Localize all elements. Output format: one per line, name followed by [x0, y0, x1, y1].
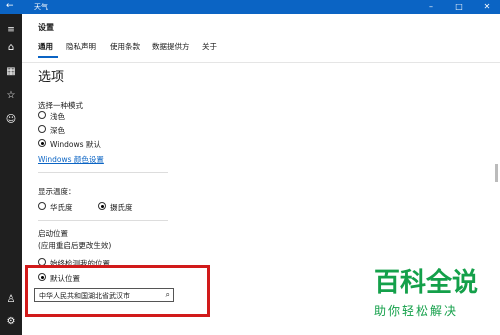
scrollbar-thumb[interactable]	[495, 164, 498, 182]
page-title: 设置	[38, 23, 54, 32]
back-arrow-icon[interactable]: ←	[6, 1, 14, 11]
options-heading: 选项	[38, 70, 65, 85]
star-list-icon[interactable]: ☆	[0, 86, 22, 106]
radio-windows-default[interactable]	[38, 139, 46, 147]
watermark-title: 百科全说	[374, 268, 479, 298]
hamburger-icon[interactable]: ≡	[0, 20, 22, 40]
header-divider	[22, 62, 500, 63]
tab-privacy[interactable]: 隐私声明	[66, 41, 96, 52]
tab-data-providers[interactable]: 数据提供方	[152, 41, 190, 52]
maximize-button[interactable]: □	[448, 0, 470, 14]
watermark-subtitle: 助你轻松解决	[374, 304, 459, 318]
active-tab-indicator	[38, 56, 58, 58]
launch-location-label: 启动位置	[38, 229, 68, 238]
tab-terms[interactable]: 使用条款	[110, 41, 140, 52]
title-bar: ← 天气 – □ ✕	[0, 0, 500, 14]
radio-light-label: 浅色	[50, 112, 65, 121]
mode-label: 选择一种模式	[38, 101, 83, 110]
highlight-box	[25, 265, 210, 317]
section-divider	[38, 172, 168, 173]
radio-fahrenheit-label: 华氏度	[50, 203, 73, 212]
section-divider	[38, 220, 168, 221]
tab-about[interactable]: 关于	[202, 41, 217, 52]
tab-general[interactable]: 通用	[38, 41, 53, 52]
radio-celsius-label: 摄氏度	[110, 203, 133, 212]
radio-dark-label: 深色	[50, 126, 65, 135]
watermark-logo: 百科全说 助你轻松解决	[372, 266, 492, 326]
smiley-icon[interactable]: ☺	[0, 110, 22, 130]
radio-celsius[interactable]	[98, 202, 106, 210]
radio-dark[interactable]	[38, 125, 46, 133]
close-button[interactable]: ✕	[476, 0, 498, 14]
minimize-button[interactable]: –	[420, 0, 442, 14]
radio-windows-default-label: Windows 默认	[50, 140, 101, 149]
account-icon[interactable]: ♙	[0, 290, 22, 310]
map-icon[interactable]: ▦	[0, 62, 22, 82]
sidebar: ≡ ⌂ ▦ ☆ ☺ ♙ ⚙	[0, 14, 22, 335]
radio-fahrenheit[interactable]	[38, 202, 46, 210]
app-title: 天气	[34, 3, 48, 11]
settings-icon[interactable]: ⚙	[0, 312, 22, 332]
launch-location-note: (应用重启后更改生效)	[38, 241, 112, 250]
temperature-label: 显示温度：	[38, 187, 76, 196]
radio-light[interactable]	[38, 111, 46, 119]
home-icon[interactable]: ⌂	[0, 38, 22, 58]
windows-color-settings-link[interactable]: Windows 颜色设置	[38, 154, 104, 165]
